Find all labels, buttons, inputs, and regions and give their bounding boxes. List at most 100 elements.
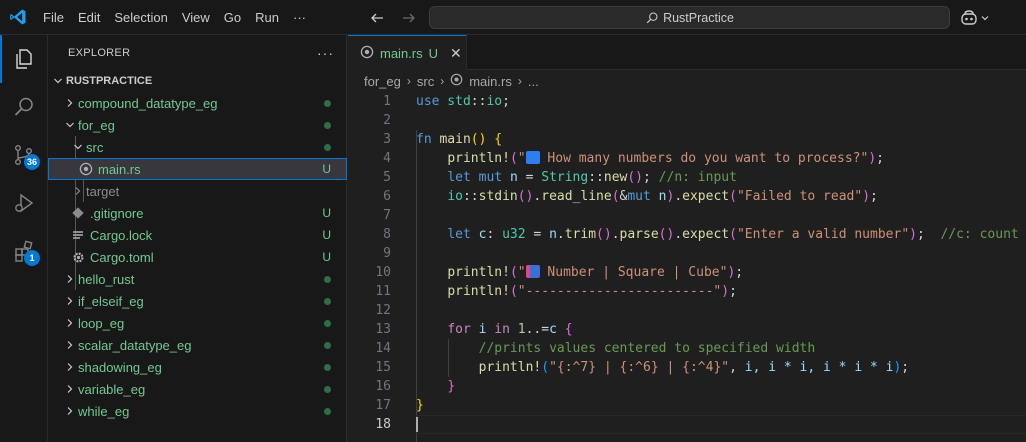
menu-selection[interactable]: Selection [107, 0, 174, 35]
code-token: read_line [541, 189, 612, 204]
git-status-untracked: U [322, 228, 331, 242]
command-center-search[interactable]: RustPractice [429, 6, 950, 29]
git-status-dot [324, 378, 331, 400]
tab-main-rs[interactable]: main.rs U ✕ [348, 35, 467, 70]
git-status-dot [324, 136, 331, 158]
back-arrow-icon[interactable] [366, 7, 388, 29]
code-line: 13 for i in 1..=c { [348, 320, 1026, 339]
code-editor[interactable]: 1 use std::io; 2 3 fn main() { 4 println… [348, 92, 1026, 442]
code-token: "------------------------" [517, 284, 722, 299]
tree-item-scalar-datatype-eg[interactable]: scalar_datatype_eg [48, 334, 347, 356]
code-token: println! [447, 151, 510, 166]
chevron-down-icon [70, 139, 86, 155]
tree-item-gitignore[interactable]: .gitignore U [48, 202, 347, 224]
code-line: 3 fn main() { [348, 130, 1026, 149]
code-line: 6 io::stdin().read_line(&mut n).expect("… [348, 187, 1026, 206]
more-actions-icon[interactable]: ··· [317, 45, 334, 61]
tree-item-if-elseif-eg[interactable]: if_elseif_eg [48, 290, 347, 312]
tree-item-compound-datatype-eg[interactable]: compound_datatype_eg [48, 92, 347, 114]
chevron-right-icon [62, 359, 78, 375]
breadcrumb-main-rs[interactable]: main.rs [469, 74, 512, 89]
code-line: 9 [348, 244, 1026, 263]
command-center-label: RustPractice [663, 10, 734, 25]
code-line: 14 //prints values centered to specified… [348, 339, 1026, 358]
code-token: u32 [502, 227, 526, 242]
chevron-right-icon [62, 381, 78, 397]
git-status-dot [324, 356, 331, 378]
explorer-sidebar: EXPLORER ··· RUSTPRACTICE compound_datat… [48, 35, 347, 442]
code-line: 1 use std::io; [348, 92, 1026, 111]
line-number: 3 [383, 132, 391, 147]
search-icon[interactable] [0, 83, 48, 131]
code-token: String [541, 170, 589, 185]
code-token: //c: count [940, 227, 1019, 242]
tree-item-loop-eg[interactable]: loop_eg [48, 312, 347, 334]
code-token: i [478, 322, 487, 337]
menu-file[interactable]: File [36, 0, 71, 35]
source-control-icon[interactable]: 36 [0, 131, 48, 179]
tree-item-cargo-lock[interactable]: Cargo.lock U [48, 224, 347, 246]
menu-go[interactable]: Go [217, 0, 248, 35]
close-icon[interactable]: ✕ [450, 45, 462, 62]
tree-item-target[interactable]: target [48, 180, 347, 202]
menu-edit[interactable]: Edit [71, 0, 107, 35]
breadcrumb-for-eg[interactable]: for_eg [364, 74, 401, 89]
menu-run[interactable]: Run [248, 0, 286, 35]
numbers-emoji-icon [525, 151, 540, 164]
chevron-right-icon [62, 403, 78, 419]
code-line: 2 [348, 111, 1026, 130]
breadcrumb-src[interactable]: src [417, 74, 434, 89]
lines-file-icon [70, 227, 86, 243]
git-status-dot [324, 312, 331, 334]
code-token: fn [416, 132, 432, 147]
line-number: 8 [383, 227, 391, 242]
menu-bar: File Edit Selection View Go Run ··· [36, 0, 313, 35]
line-number: 18 [375, 417, 391, 432]
tree-item-for-eg[interactable]: for_eg [48, 114, 347, 136]
code-token: n [658, 189, 667, 204]
forward-arrow-icon[interactable] [398, 7, 420, 29]
root-folder-label: RUSTPRACTICE [66, 75, 153, 87]
line-number: 11 [375, 284, 391, 299]
line-number: 1 [383, 94, 391, 109]
menu-more[interactable]: ··· [286, 0, 313, 35]
tree-item-shadowing-eg[interactable]: shadowing_eg [48, 356, 347, 378]
line-number: 7 [383, 208, 391, 223]
code-line: 10 println!(" Number | Square | Cube"); [348, 263, 1026, 282]
tree-item-while-eg[interactable]: while_eg [48, 400, 347, 422]
chevron-down-icon [50, 73, 66, 89]
tree-item-cargo-toml[interactable]: Cargo.toml U [48, 246, 347, 268]
tree-root[interactable]: RUSTPRACTICE [48, 70, 347, 92]
extensions-icon[interactable]: 1 [0, 227, 48, 275]
tree-item-hello-rust[interactable]: hello_rust [48, 268, 347, 290]
explorer-title: EXPLORER [68, 46, 131, 59]
tree-item-variable-eg[interactable]: variable_eg [48, 378, 347, 400]
tree-item-main-rs[interactable]: main.rs U [48, 158, 347, 180]
menu-view[interactable]: View [175, 0, 217, 35]
tab-label: main.rs [380, 45, 423, 61]
tree-item-label: Cargo.toml [90, 249, 154, 265]
git-status-dot [324, 334, 331, 356]
code-token: "Failed to read" [736, 189, 863, 204]
vscode-logo-icon[interactable] [0, 0, 36, 35]
line-number: 6 [383, 189, 391, 204]
code-token: mut [627, 189, 651, 204]
run-debug-icon[interactable] [0, 179, 48, 227]
rust-file-icon [450, 73, 463, 89]
breadcrumb-symbols[interactable]: ... [528, 74, 539, 89]
tree-item-label: if_elseif_eg [78, 293, 144, 309]
line-number: 2 [383, 113, 391, 128]
code-token: let [447, 227, 471, 242]
chevron-right-icon [62, 315, 78, 331]
chevron-right-icon: › [406, 74, 411, 88]
explorer-icon[interactable] [0, 35, 48, 83]
git-status-dot [324, 92, 331, 114]
code-token: for [447, 322, 471, 337]
git-status-dot [324, 114, 331, 136]
copilot-menu[interactable] [960, 6, 990, 29]
git-file-icon [70, 205, 86, 221]
chevron-right-icon [62, 337, 78, 353]
chevron-right-icon [70, 183, 86, 199]
git-status-untracked: U [322, 250, 331, 264]
tree-item-src[interactable]: src [48, 136, 347, 158]
